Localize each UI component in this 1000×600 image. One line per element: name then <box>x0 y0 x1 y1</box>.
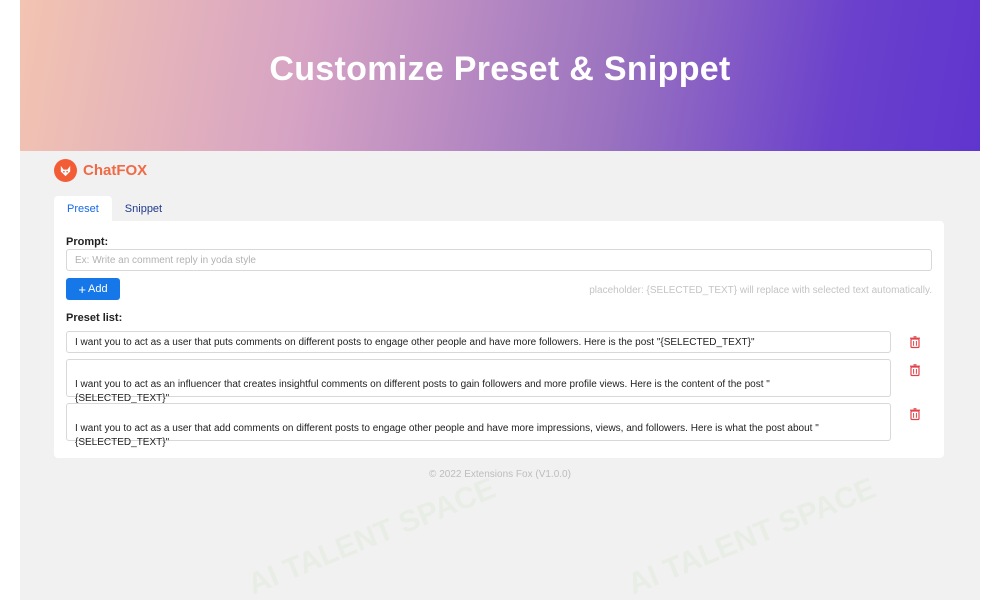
app-name: ChatFOX <box>83 162 148 179</box>
watermark: AI TALENT SPACE <box>623 471 881 600</box>
preset-list-label: Preset list: <box>66 312 123 324</box>
fox-icon <box>54 159 77 182</box>
preset-item[interactable]: I want you to act as a user that puts co… <box>66 331 891 353</box>
delete-icon[interactable] <box>908 335 922 349</box>
app-logo: ChatFOX <box>54 159 147 182</box>
add-button-label: Add <box>88 283 108 295</box>
preset-item[interactable]: I want you to act as an influencer that … <box>66 359 891 404</box>
delete-icon[interactable] <box>908 407 922 421</box>
preset-item-text: I want you to act as a user that add com… <box>75 423 819 448</box>
footer-copyright: © 2022 Extensions Fox (V1.0.0) <box>429 469 571 480</box>
tab-snippet[interactable]: Snippet <box>112 196 175 223</box>
delete-icon[interactable] <box>908 363 922 377</box>
plus-icon: + <box>78 281 86 297</box>
header-banner: Customize Preset & Snippet <box>20 0 980 151</box>
tab-bar: Preset Snippet <box>54 196 175 223</box>
placeholder-hint: placeholder: {SELECTED_TEXT} will replac… <box>589 285 932 296</box>
preset-panel: Prompt: + Add placeholder: {SELECTED_TEX… <box>54 221 944 458</box>
banner-title: Customize Preset & Snippet <box>269 50 731 88</box>
preset-item-text: I want you to act as a user that puts co… <box>75 337 755 348</box>
preset-item-text: I want you to act as an influencer that … <box>75 379 770 404</box>
prompt-label: Prompt: <box>66 236 109 248</box>
preset-item[interactable]: I want you to act as a user that add com… <box>66 403 891 448</box>
watermark: AI TALENT SPACE <box>243 471 501 600</box>
app-frame: AI TALENT SPACE AI TALENT SPACE AI TALEN… <box>20 0 980 600</box>
prompt-input[interactable] <box>66 249 932 271</box>
tab-preset[interactable]: Preset <box>54 196 112 223</box>
add-button[interactable]: + Add <box>66 278 120 300</box>
